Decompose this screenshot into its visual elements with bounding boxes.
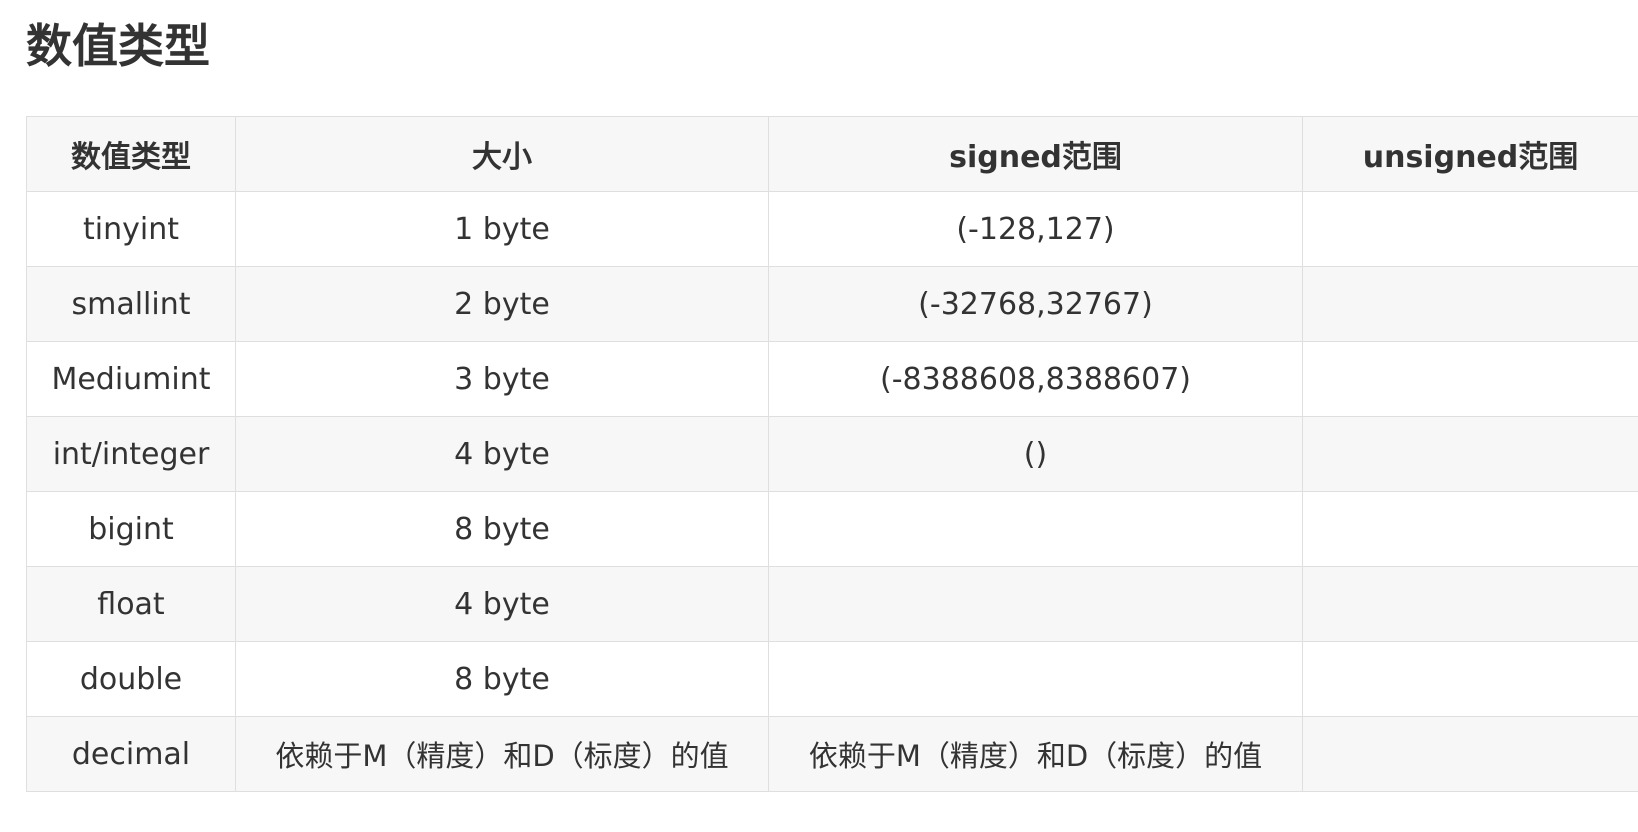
cell-size: 8 byte — [235, 641, 769, 717]
cell-signed-range — [768, 566, 1303, 642]
cell-size: 依赖于M（精度）和D（标度）的值 — [235, 716, 769, 792]
cell-unsigned-range — [1302, 191, 1638, 267]
cell-unsigned-range — [1302, 266, 1638, 342]
cell-signed-range: (-32768,32767) — [768, 266, 1303, 342]
cell-size: 8 byte — [235, 491, 769, 567]
cell-signed-range — [768, 641, 1303, 717]
cell-type: bigint — [26, 491, 236, 567]
cell-signed-range: () — [768, 416, 1303, 492]
table-row: double 8 byte — [26, 641, 1638, 717]
cell-size: 1 byte — [235, 191, 769, 267]
cell-type: Mediumint — [26, 341, 236, 417]
table-row: smallint 2 byte (-32768,32767) — [26, 266, 1638, 342]
table-row: decimal 依赖于M（精度）和D（标度）的值 依赖于M（精度）和D（标度）的… — [26, 716, 1638, 792]
cell-type: smallint — [26, 266, 236, 342]
cell-type: tinyint — [26, 191, 236, 267]
cell-unsigned-range — [1302, 716, 1638, 792]
table-row: bigint 8 byte — [26, 491, 1638, 567]
cell-type: float — [26, 566, 236, 642]
cell-unsigned-range — [1302, 416, 1638, 492]
cell-unsigned-range — [1302, 566, 1638, 642]
header-cell-type: 数值类型 — [26, 116, 236, 192]
cell-size: 3 byte — [235, 341, 769, 417]
cell-type: int/integer — [26, 416, 236, 492]
table-row: float 4 byte — [26, 566, 1638, 642]
numeric-types-table: 数值类型 大小 signed范围 unsigned范围 tinyint 1 by… — [26, 116, 1638, 792]
header-cell-size: 大小 — [235, 116, 769, 192]
header-cell-signed-range: signed范围 — [768, 116, 1303, 192]
cell-type: double — [26, 641, 236, 717]
cell-signed-range — [768, 491, 1303, 567]
cell-signed-range: 依赖于M（精度）和D（标度）的值 — [768, 716, 1303, 792]
header-cell-unsigned-range: unsigned范围 — [1302, 116, 1638, 192]
table-row: tinyint 1 byte (-128,127) — [26, 191, 1638, 267]
table-header-row: 数值类型 大小 signed范围 unsigned范围 — [26, 116, 1638, 192]
cell-type: decimal — [26, 716, 236, 792]
table-row: int/integer 4 byte () — [26, 416, 1638, 492]
cell-unsigned-range — [1302, 491, 1638, 567]
table-row: Mediumint 3 byte (-8388608,8388607) — [26, 341, 1638, 417]
cell-signed-range: (-128,127) — [768, 191, 1303, 267]
page-title: 数值类型 — [26, 19, 210, 73]
cell-size: 2 byte — [235, 266, 769, 342]
cell-unsigned-range — [1302, 641, 1638, 717]
cell-size: 4 byte — [235, 416, 769, 492]
cell-signed-range: (-8388608,8388607) — [768, 341, 1303, 417]
cell-unsigned-range — [1302, 341, 1638, 417]
cell-size: 4 byte — [235, 566, 769, 642]
